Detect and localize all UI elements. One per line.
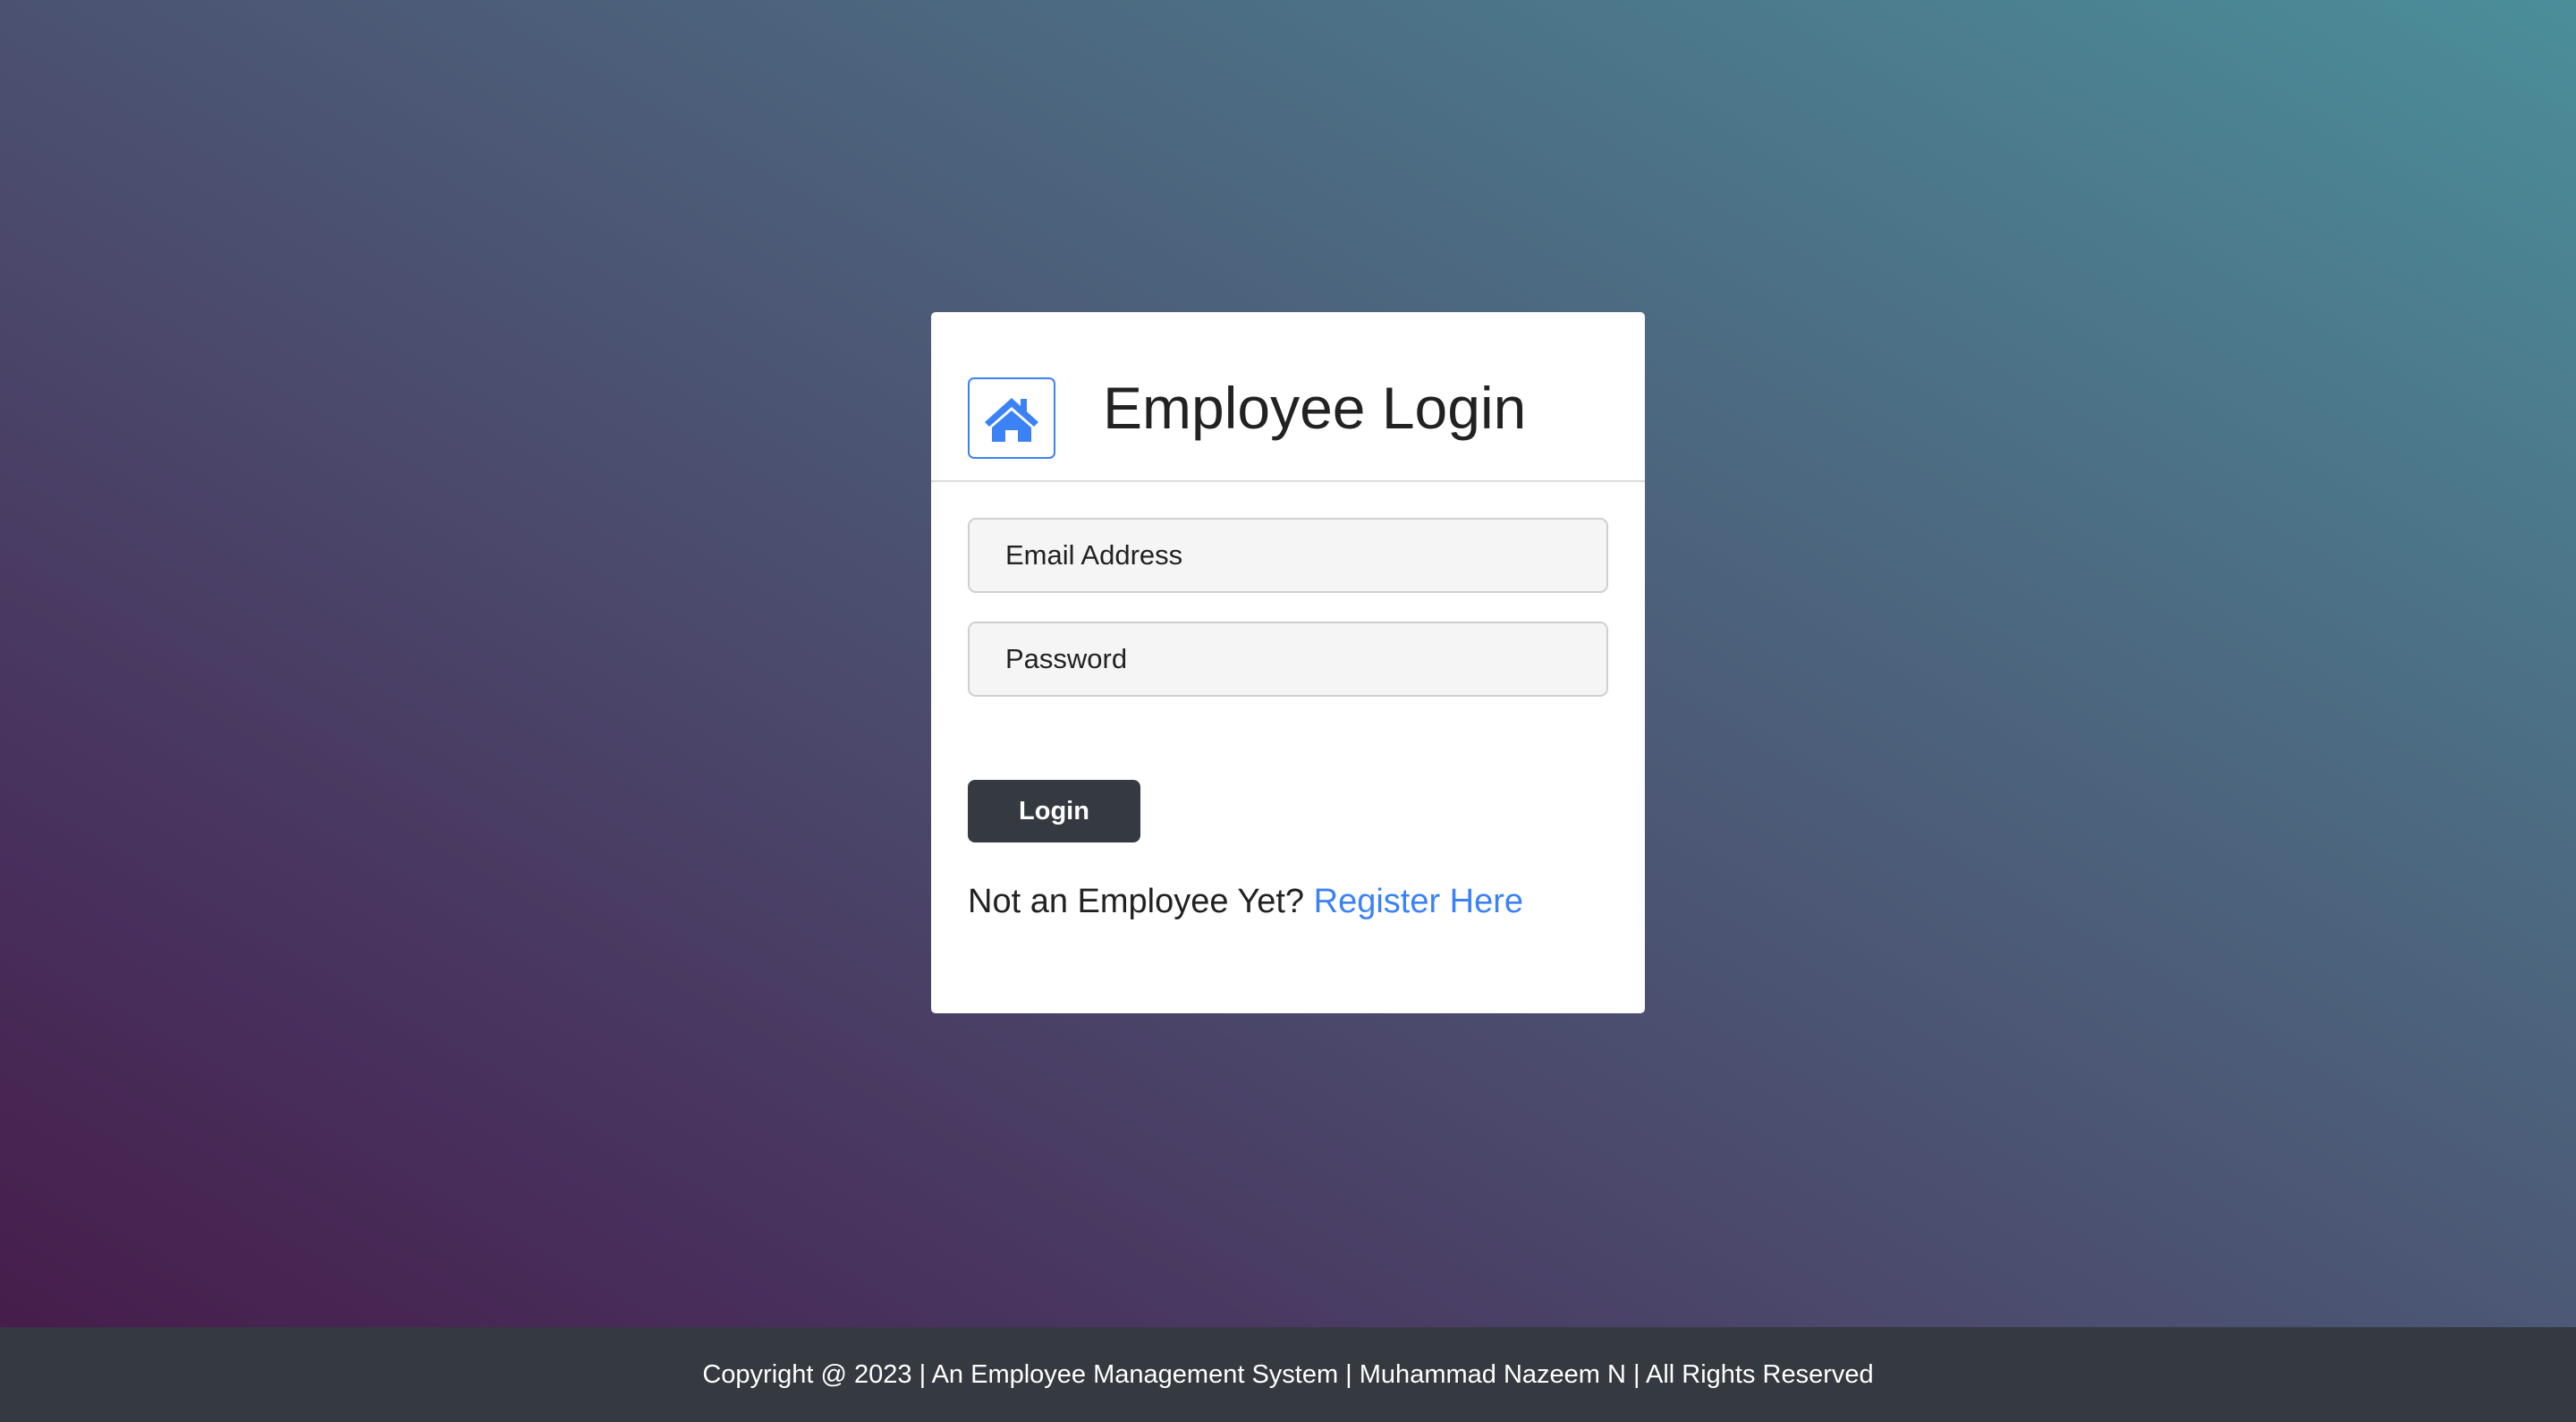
email-field[interactable] xyxy=(968,518,1608,593)
login-button[interactable]: Login xyxy=(968,780,1140,842)
home-button[interactable] xyxy=(968,377,1055,459)
register-prompt-line: Not an Employee Yet? Register Here xyxy=(968,883,1523,921)
page-title: Employee Login xyxy=(1103,375,1527,441)
home-icon xyxy=(985,397,1038,442)
card-header: Employee Login xyxy=(931,312,1645,482)
login-card: Employee Login Login Not an Employee Yet… xyxy=(931,312,1645,1013)
footer-copyright-text: Copyright @ 2023 | An Employee Managemen… xyxy=(702,1359,1874,1389)
password-field[interactable] xyxy=(968,622,1608,697)
page-background: Employee Login Login Not an Employee Yet… xyxy=(0,0,2576,1422)
footer: Copyright @ 2023 | An Employee Managemen… xyxy=(0,1327,2576,1422)
register-link[interactable]: Register Here xyxy=(1314,883,1523,920)
register-prompt-text: Not an Employee Yet? xyxy=(968,883,1305,920)
